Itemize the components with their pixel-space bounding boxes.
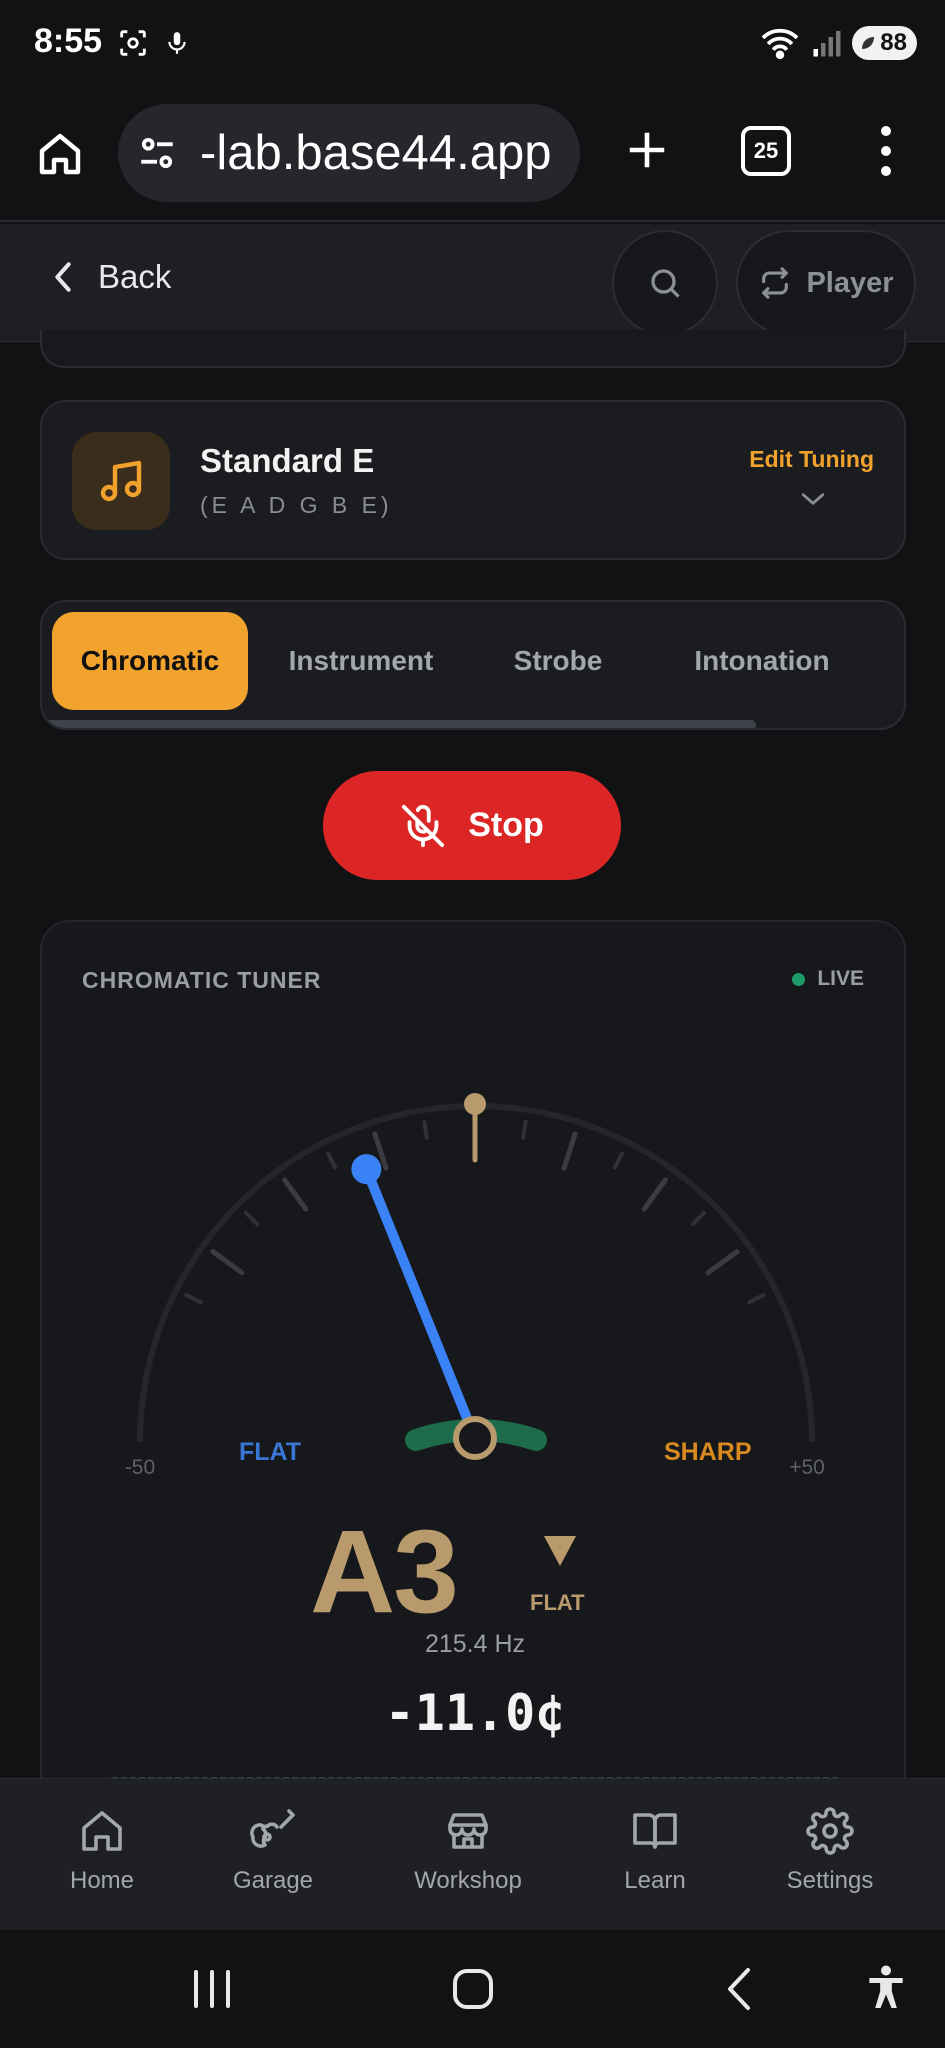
nav-workshop-label: Workshop (414, 1867, 522, 1894)
address-bar[interactable]: -lab.base44.app (118, 104, 580, 202)
status-icons-left (116, 26, 190, 60)
repeat-icon (762, 267, 789, 299)
gauge-tick (325, 1151, 338, 1170)
music-note-icon (72, 432, 170, 530)
tuner-gauge: FLAT SHARP -50 +50 (125, 1093, 825, 1479)
max-cents-label: +50 (789, 1456, 825, 1479)
nav-learn[interactable]: Learn (620, 1807, 690, 1895)
flat-label: FLAT (239, 1438, 301, 1466)
gauge-tick (747, 1292, 766, 1305)
nav-home-label: Home (69, 1867, 135, 1894)
target-marker (464, 1093, 486, 1163)
guitar-icon (250, 1809, 295, 1848)
tab-intonation[interactable]: Intonation (662, 612, 862, 710)
needle-tip (351, 1154, 382, 1185)
home-icon (82, 1811, 122, 1851)
flat-arrow-icon (544, 1536, 576, 1566)
gauge-tick (705, 1249, 740, 1276)
tuning-name: Standard E (200, 442, 375, 479)
back-label: Back (98, 258, 172, 295)
recent-apps-icon[interactable] (190, 1966, 234, 2012)
system-back-icon[interactable] (724, 1966, 754, 2012)
wifi-icon (761, 28, 799, 60)
app-header: Back Player (0, 224, 945, 342)
leaf-icon (862, 37, 875, 49)
gauge-tick (184, 1292, 203, 1305)
gauge-tick (422, 1119, 429, 1140)
nav-workshop[interactable]: Workshop (410, 1807, 526, 1895)
tab-instrument[interactable]: Instrument (266, 612, 456, 710)
stop-label: Stop (468, 806, 544, 844)
menu-dot (881, 126, 891, 136)
nav-garage[interactable]: Garage (230, 1807, 316, 1895)
player-button[interactable]: Player (736, 230, 916, 336)
chevron-left-icon (55, 262, 71, 292)
nav-settings[interactable]: Settings (782, 1807, 878, 1895)
status-bar: 8:55 88 (0, 0, 945, 92)
gauge-tick (282, 1177, 309, 1212)
chevron-down-icon[interactable] (800, 490, 826, 508)
store-icon (448, 1813, 488, 1849)
tuner-needle (361, 1164, 480, 1443)
gauge-tick (243, 1210, 260, 1227)
site-settings-icon[interactable] (136, 132, 178, 174)
nav-garage-label: Garage (232, 1867, 314, 1894)
gauge-tick (690, 1210, 707, 1227)
browser-menu-button[interactable] (866, 118, 906, 184)
sharp-label: SHARP (664, 1438, 752, 1466)
menu-dot (881, 166, 891, 176)
gear-icon (806, 1807, 854, 1855)
status-icons-right: 88 (758, 26, 917, 60)
back-button[interactable]: Back (48, 258, 171, 296)
tuning-card: Standard E (E A D G B E) Edit Tuning (40, 400, 906, 560)
tab-switcher-button[interactable]: 25 (741, 126, 791, 176)
gauge-tick (561, 1131, 578, 1171)
plus-icon (629, 132, 665, 168)
status-time: 8:55 (34, 22, 103, 60)
battery-indicator: 88 (852, 26, 917, 60)
stop-button[interactable]: Stop (323, 771, 621, 880)
nav-home[interactable]: Home (64, 1807, 140, 1895)
search-icon (651, 269, 680, 298)
cents-readout: -11.0¢ (384, 1684, 566, 1742)
tuning-notes: (E A D G B E) (200, 492, 393, 518)
tab-chromatic[interactable]: Chromatic (52, 612, 248, 710)
accessibility-icon[interactable] (866, 1964, 906, 2012)
menu-dot (881, 146, 891, 156)
tuner-card: CHROMATIC TUNER LIVE FLAT SHARP -50 +50 … (40, 920, 906, 1820)
tab-strobe[interactable]: Strobe (478, 612, 638, 710)
previous-card-edge (40, 330, 906, 368)
player-label: Player (806, 266, 894, 299)
needle-pivot (453, 1416, 497, 1460)
browser-toolbar: -lab.base44.app 25 (0, 92, 945, 222)
signal-icon (813, 31, 841, 57)
frequency-readout: 215.4 Hz (424, 1630, 526, 1658)
battery-level: 88 (880, 29, 907, 56)
gauge-tick (641, 1177, 668, 1212)
nav-settings-label: Settings (786, 1867, 874, 1894)
system-nav-bar (0, 1930, 945, 2048)
system-home-icon[interactable] (452, 1968, 494, 2010)
min-cents-label: -50 (125, 1456, 155, 1479)
mic-off-icon (402, 804, 445, 847)
detected-note: A3 (310, 1506, 459, 1638)
home-icon (39, 133, 81, 175)
gauge-tick (521, 1119, 528, 1140)
nav-learn-label: Learn (624, 1867, 686, 1894)
screenshot-icon (120, 30, 146, 56)
direction-label: FLAT (530, 1590, 585, 1615)
edit-tuning-button[interactable]: Edit Tuning (749, 446, 874, 473)
book-icon (633, 1813, 677, 1849)
tabs-scrollbar[interactable] (44, 720, 756, 728)
bottom-nav: Home Garage Workshop Learn Settings (0, 1778, 945, 1930)
microphone-icon (168, 32, 186, 54)
gauge-tick (210, 1249, 245, 1276)
gauge-tick (612, 1151, 625, 1170)
url-text[interactable]: -lab.base44.app (200, 125, 551, 181)
search-button[interactable] (612, 230, 718, 336)
browser-home-button[interactable] (30, 124, 90, 184)
mode-tabs: Chromatic Instrument Strobe Intonation (40, 600, 906, 730)
new-tab-button[interactable] (617, 120, 677, 180)
